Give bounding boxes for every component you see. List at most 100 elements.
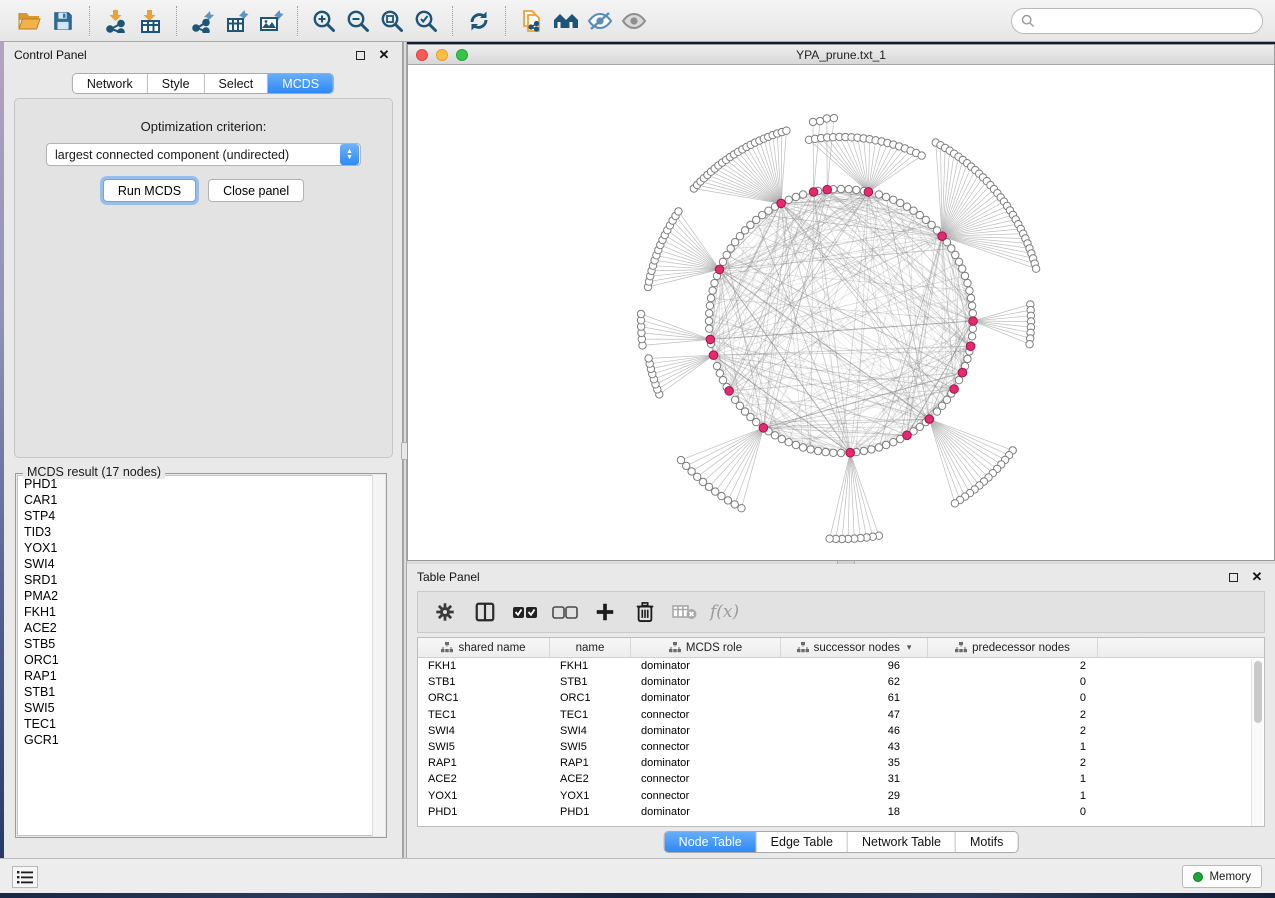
mcds-result-item[interactable]: STB1 — [18, 684, 384, 700]
search-input[interactable] — [1041, 14, 1253, 28]
mcds-result-item[interactable]: CAR1 — [18, 492, 384, 508]
criterion-select[interactable]: largest connected component (undirected)… — [46, 143, 361, 166]
tab-mcds[interactable]: MCDS — [268, 74, 333, 93]
mcds-result-item[interactable]: ORC1 — [18, 652, 384, 668]
mcds-result-list[interactable]: PHD1CAR1STP4TID3YOX1SWI4SRD1PMA2FKH1ACE2… — [17, 475, 385, 836]
mcds-result-item[interactable]: TEC1 — [18, 716, 384, 732]
export-table-icon[interactable] — [220, 5, 254, 37]
column-header-predecessor-nodes[interactable]: predecessor nodes — [928, 638, 1098, 657]
hide-selected-icon[interactable] — [583, 5, 617, 37]
network-window-titlebar[interactable]: YPA_prune.txt_1 — [408, 45, 1274, 65]
deselect-all-icon[interactable] — [550, 597, 580, 627]
table-cell: 1 — [928, 773, 1098, 785]
mcds-result-item[interactable]: PMA2 — [18, 588, 384, 604]
export-image-icon[interactable] — [254, 5, 288, 37]
tree-icon — [955, 642, 967, 653]
close-panel-button[interactable]: Close panel — [208, 179, 304, 202]
mcds-result-item[interactable]: FKH1 — [18, 604, 384, 620]
zoom-out-icon[interactable] — [341, 5, 375, 37]
table-type-tabs: Node Table Edge Table Network Table Moti… — [664, 831, 1019, 853]
column-header-name[interactable]: name — [550, 638, 631, 657]
mcds-result-item[interactable]: SWI4 — [18, 556, 384, 572]
memory-button[interactable]: Memory — [1182, 865, 1262, 888]
desktop-wallpaper-bottom — [0, 893, 1275, 898]
mcds-result-item[interactable]: STB5 — [18, 636, 384, 652]
column-header-successor-nodes[interactable]: successor nodes ▾ — [781, 638, 928, 657]
control-panel: Control Panel ✕ Network Style Select MCD… — [4, 42, 403, 858]
table-cell: 46 — [781, 725, 928, 737]
memory-status-icon — [1193, 872, 1203, 882]
select-all-icon[interactable] — [510, 597, 540, 627]
network-canvas[interactable] — [408, 65, 1274, 560]
mcds-result-item[interactable]: SRD1 — [18, 572, 384, 588]
split-columns-icon[interactable] — [470, 597, 500, 627]
zoom-selected-icon[interactable] — [409, 5, 443, 37]
show-all-icon[interactable] — [617, 5, 651, 37]
zoom-in-icon[interactable] — [307, 5, 341, 37]
table-scrollbar[interactable] — [1251, 659, 1263, 826]
settings-gear-icon[interactable] — [430, 597, 460, 627]
close-panel-icon[interactable]: ✕ — [1249, 569, 1265, 585]
save-icon[interactable] — [46, 5, 80, 37]
mcds-list-scrollbar[interactable] — [372, 475, 385, 836]
tab-motifs[interactable]: Motifs — [956, 832, 1017, 852]
table-row[interactable]: TEC1TEC1connector472 — [418, 707, 1264, 723]
table-cell: PHD1 — [550, 806, 631, 818]
table-row[interactable]: STB1STB1dominator620 — [418, 674, 1264, 690]
table-row[interactable]: ACE2ACE2connector311 — [418, 771, 1264, 787]
table-cell: 61 — [781, 692, 928, 704]
tab-network[interactable]: Network — [73, 74, 148, 93]
run-mcds-button[interactable]: Run MCDS — [103, 179, 196, 202]
table-cell: 2 — [928, 725, 1098, 737]
refresh-layout-icon[interactable] — [462, 5, 496, 37]
first-neighbors-icon[interactable] — [549, 5, 583, 37]
tab-edge-table[interactable]: Edge Table — [757, 832, 848, 852]
table-cell: SWI5 — [550, 741, 631, 753]
mcds-result-item[interactable]: ACE2 — [18, 620, 384, 636]
delete-trash-icon[interactable] — [630, 597, 660, 627]
table-cell: ACE2 — [418, 773, 550, 785]
zoom-fit-icon[interactable] — [375, 5, 409, 37]
import-table-icon[interactable] — [133, 5, 167, 37]
tab-node-table[interactable]: Node Table — [665, 832, 757, 852]
column-header-mcds-role[interactable]: MCDS role — [631, 638, 781, 657]
export-network-icon[interactable] — [186, 5, 220, 37]
mcds-result-item[interactable]: SWI5 — [18, 700, 384, 716]
table-row[interactable]: FKH1FKH1dominator962 — [418, 658, 1264, 674]
toolbar-separator — [89, 6, 90, 36]
mcds-result-item[interactable]: TID3 — [18, 524, 384, 540]
table-cell: dominator — [631, 757, 781, 769]
table-cell: 35 — [781, 757, 928, 769]
network-graph[interactable] — [408, 65, 1274, 560]
tab-network-table[interactable]: Network Table — [848, 832, 956, 852]
mcds-result-item[interactable]: YOX1 — [18, 540, 384, 556]
control-panel-header: Control Panel ✕ — [4, 42, 402, 68]
table-row[interactable]: YOX1YOX1connector291 — [418, 788, 1264, 804]
table-row[interactable]: ORC1ORC1dominator610 — [418, 690, 1264, 706]
task-history-button[interactable] — [12, 866, 38, 888]
import-network-icon[interactable] — [99, 5, 133, 37]
mcds-result-item[interactable]: RAP1 — [18, 668, 384, 684]
float-panel-icon[interactable] — [352, 47, 368, 63]
float-panel-icon[interactable] — [1225, 569, 1241, 585]
table-row[interactable]: SWI4SWI4dominator462 — [418, 723, 1264, 739]
table-cell: 43 — [781, 741, 928, 753]
table-row[interactable]: RAP1RAP1dominator352 — [418, 755, 1264, 771]
mcds-result-item[interactable]: GCR1 — [18, 732, 384, 748]
table-row[interactable]: SWI5SWI5connector431 — [418, 739, 1264, 755]
close-panel-icon[interactable]: ✕ — [376, 47, 392, 63]
column-header-shared-name[interactable]: shared name — [418, 638, 550, 657]
table-cell: RAP1 — [418, 757, 550, 769]
scrollbar-thumb[interactable] — [1254, 661, 1262, 723]
search-field[interactable] — [1011, 8, 1263, 34]
table-cell: 2 — [928, 660, 1098, 672]
tab-style[interactable]: Style — [148, 74, 205, 93]
clone-network-icon[interactable] — [515, 5, 549, 37]
search-icon — [1021, 14, 1035, 28]
table-cell: SWI4 — [418, 725, 550, 737]
tab-select[interactable]: Select — [205, 74, 269, 93]
mcds-result-item[interactable]: STP4 — [18, 508, 384, 524]
open-folder-icon[interactable] — [12, 5, 46, 37]
add-column-icon[interactable] — [590, 597, 620, 627]
table-row[interactable]: PHD1PHD1dominator180 — [418, 804, 1264, 820]
